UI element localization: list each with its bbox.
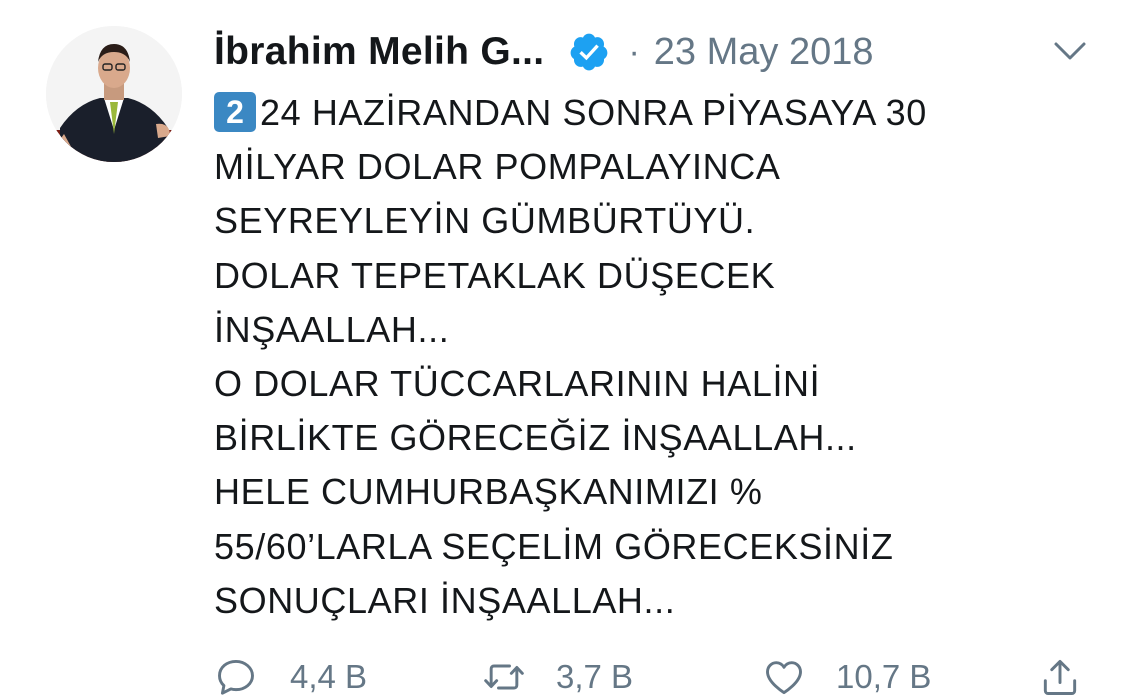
- tweet-line: MİLYAR DOLAR POMPALAYINCA: [214, 146, 781, 188]
- tweet-line: DOLAR TEPETAKLAK DÜŞECEK: [214, 254, 776, 296]
- chevron-down-icon[interactable]: [1052, 38, 1088, 66]
- heart-icon: [766, 661, 802, 695]
- tweet-line: 2 24 HAZİRANDAN SONRA PİYASAYA 30: [214, 86, 1094, 140]
- tweet-header: İbrahim Melih G... · 23 May 2018: [214, 26, 1094, 78]
- retweet-count: 3,7 B: [556, 658, 634, 695]
- tweet-line: İNŞAALLAH...: [214, 308, 450, 350]
- share-button[interactable]: [1038, 650, 1082, 698]
- avatar-photo: [46, 26, 182, 162]
- tweet-actions: 4,4 B 3,7 B 10,7 B: [214, 650, 1094, 698]
- keycap-digit-icon: 2: [214, 92, 256, 132]
- tweet-line-text: 24 HAZİRANDAN SONRA PİYASAYA 30: [260, 92, 927, 133]
- reply-icon: [218, 659, 254, 695]
- tweet[interactable]: İbrahim Melih G... · 23 May 2018 2 24 HAZ…: [0, 0, 1125, 698]
- tweet-line: SEYREYLEYİN GÜMBÜRTÜYÜ.: [214, 200, 756, 242]
- tweet-line: SONUÇLARI İNŞAALLAH...: [214, 579, 676, 621]
- tweet-line: HELE CUMHURBAŞKANIMIZI %: [214, 471, 763, 513]
- tweet-line: O DOLAR TÜCCARLARININ HALİNİ: [214, 363, 821, 405]
- reply-count: 4,4 B: [290, 658, 368, 695]
- like-count: 10,7 B: [836, 658, 932, 695]
- avatar[interactable]: [46, 26, 182, 162]
- tweet-line: BİRLİKTE GÖRECEĞİZ İNŞAALLAH...: [214, 417, 857, 459]
- author-name[interactable]: İbrahim Melih G...: [214, 30, 544, 74]
- share-icon: [1043, 659, 1077, 695]
- tweet-text: 2 24 HAZİRANDAN SONRA PİYASAYA 30 MİLYAR …: [214, 86, 1094, 628]
- retweet-button[interactable]: 3,7 B: [482, 650, 633, 698]
- reply-button[interactable]: 4,4 B: [214, 650, 367, 698]
- verified-badge-icon: [568, 31, 610, 73]
- separator-dot: ·: [628, 32, 640, 71]
- tweet-date[interactable]: 23 May 2018: [654, 31, 874, 74]
- like-button[interactable]: 10,7 B: [762, 650, 931, 698]
- retweet-icon: [484, 664, 524, 690]
- tweet-line: 55/60’LARLA SEÇELİM GÖRECEKSİNİZ: [214, 525, 894, 567]
